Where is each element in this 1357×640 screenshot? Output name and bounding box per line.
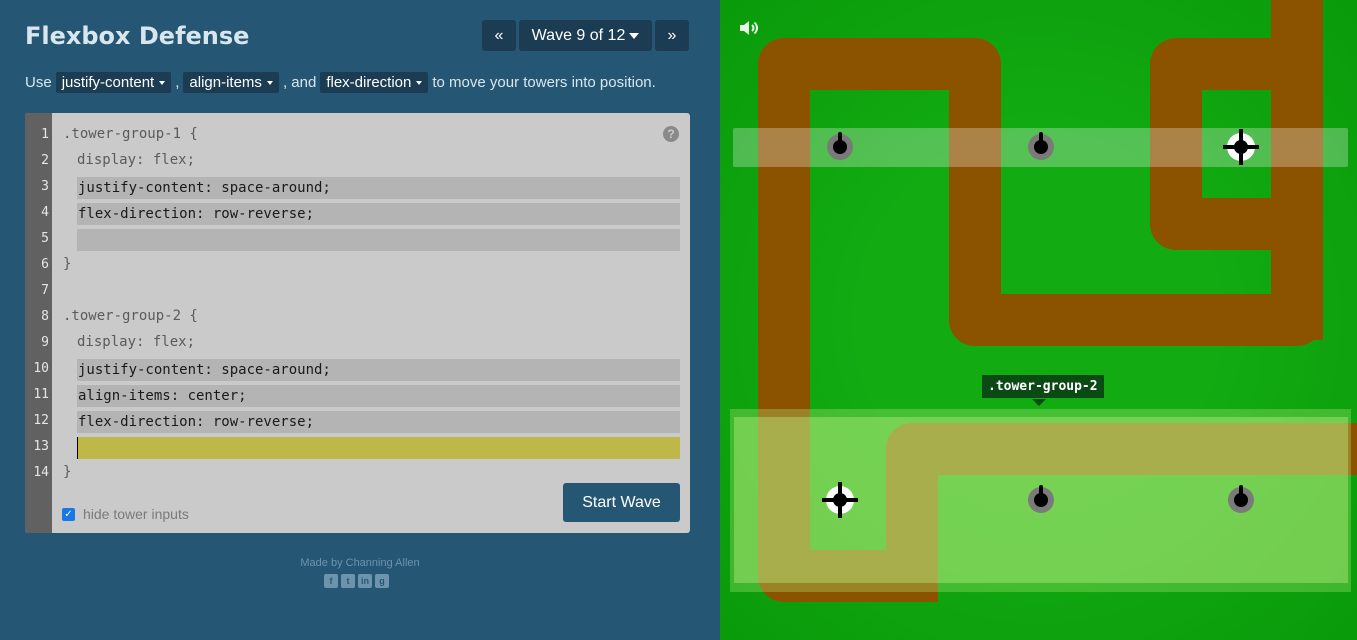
target-marker-icon bbox=[822, 482, 858, 518]
line-number: 8 bbox=[41, 309, 49, 324]
flex-direction-label: flex-direction bbox=[326, 74, 412, 91]
instructions: Use justify-content , align-items , and … bbox=[25, 72, 705, 93]
instr-prefix: Use bbox=[25, 74, 52, 91]
start-wave-button[interactable]: Start Wave bbox=[563, 483, 680, 522]
align-items-label: align-items bbox=[189, 74, 262, 91]
justify-content-label: justify-content bbox=[61, 74, 155, 91]
tower[interactable] bbox=[1228, 485, 1254, 513]
instr-suffix: to move your towers into position. bbox=[432, 74, 656, 91]
line-number: 2 bbox=[41, 153, 49, 168]
line-number: 4 bbox=[41, 205, 49, 220]
game-board: .tower-group-2 bbox=[720, 0, 1357, 640]
next-wave-button[interactable]: » bbox=[655, 20, 689, 51]
instr-sep1: , bbox=[175, 74, 180, 91]
tower[interactable] bbox=[827, 132, 853, 160]
line-number: 1 bbox=[41, 127, 49, 142]
path-segment bbox=[1150, 198, 1323, 250]
social-links: f t in g bbox=[324, 574, 389, 588]
selector-tower-group-1: .tower-group-1 { bbox=[63, 126, 198, 142]
wave-label: Wave 9 of 12 bbox=[531, 26, 626, 44]
css-input[interactable]: justify-content: space-around; bbox=[77, 177, 680, 199]
github-icon[interactable]: g bbox=[375, 574, 389, 588]
prev-wave-button[interactable]: « bbox=[482, 20, 516, 51]
line-number: 9 bbox=[41, 335, 49, 350]
caret-down-icon bbox=[629, 32, 640, 39]
linkedin-icon[interactable]: in bbox=[358, 574, 372, 588]
justify-content-dropdown[interactable]: justify-content bbox=[55, 72, 172, 93]
line-number: 10 bbox=[33, 361, 49, 376]
display-rule: display: flex; bbox=[77, 152, 196, 168]
hide-inputs-checkbox[interactable]: ✓ bbox=[62, 508, 75, 521]
code-editor: 1 2 3 4 5 6 7 8 9 10 11 12 13 14 .tower-… bbox=[25, 113, 690, 533]
dropdown-arrow-icon bbox=[159, 81, 166, 86]
css-input[interactable]: flex-direction: row-reverse; bbox=[77, 411, 680, 433]
tower[interactable] bbox=[1028, 132, 1054, 160]
closing-brace: } bbox=[63, 256, 72, 272]
line-number: 5 bbox=[41, 231, 49, 246]
css-input[interactable] bbox=[77, 229, 680, 251]
line-number: 6 bbox=[41, 257, 49, 272]
closing-brace: } bbox=[63, 464, 72, 480]
css-input[interactable]: justify-content: space-around; bbox=[77, 359, 680, 381]
line-number: 11 bbox=[33, 387, 49, 402]
css-input[interactable]: align-items: center; bbox=[77, 385, 680, 407]
line-number-gutter: 1 2 3 4 5 6 7 8 9 10 11 12 13 14 bbox=[25, 113, 52, 533]
credit-text: Made by Channing Allen bbox=[300, 557, 420, 569]
dropdown-arrow-icon bbox=[416, 81, 423, 86]
sound-icon[interactable] bbox=[739, 19, 761, 37]
align-items-dropdown[interactable]: align-items bbox=[183, 72, 279, 93]
hide-inputs-label: hide tower inputs bbox=[83, 506, 189, 522]
dropdown-arrow-icon bbox=[266, 81, 273, 86]
tooltip-tail bbox=[1032, 399, 1046, 406]
twitter-icon[interactable]: t bbox=[341, 574, 355, 588]
group-tooltip: .tower-group-2 bbox=[982, 375, 1104, 398]
path-segment bbox=[949, 294, 1323, 346]
left-panel: Flexbox Defense « Wave 9 of 12 » Use jus… bbox=[0, 0, 720, 640]
facebook-icon[interactable]: f bbox=[324, 574, 338, 588]
display-rule: display: flex; bbox=[77, 334, 196, 350]
css-input[interactable]: flex-direction: row-reverse; bbox=[77, 203, 680, 225]
page-title: Flexbox Defense bbox=[25, 22, 250, 50]
wave-selector[interactable]: Wave 9 of 12 bbox=[519, 20, 652, 51]
line-number: 12 bbox=[33, 413, 49, 428]
line-number: 3 bbox=[41, 179, 49, 194]
help-icon[interactable]: ? bbox=[663, 126, 679, 142]
target-marker-icon bbox=[1223, 129, 1259, 165]
css-input-active[interactable] bbox=[77, 437, 680, 459]
selector-tower-group-2: .tower-group-2 { bbox=[63, 308, 198, 324]
line-number: 13 bbox=[33, 439, 49, 454]
tower[interactable] bbox=[1028, 485, 1054, 513]
flex-direction-dropdown[interactable]: flex-direction bbox=[320, 72, 429, 93]
instr-sep2: , and bbox=[282, 74, 317, 91]
line-number: 7 bbox=[41, 283, 49, 298]
line-number: 14 bbox=[33, 465, 49, 480]
